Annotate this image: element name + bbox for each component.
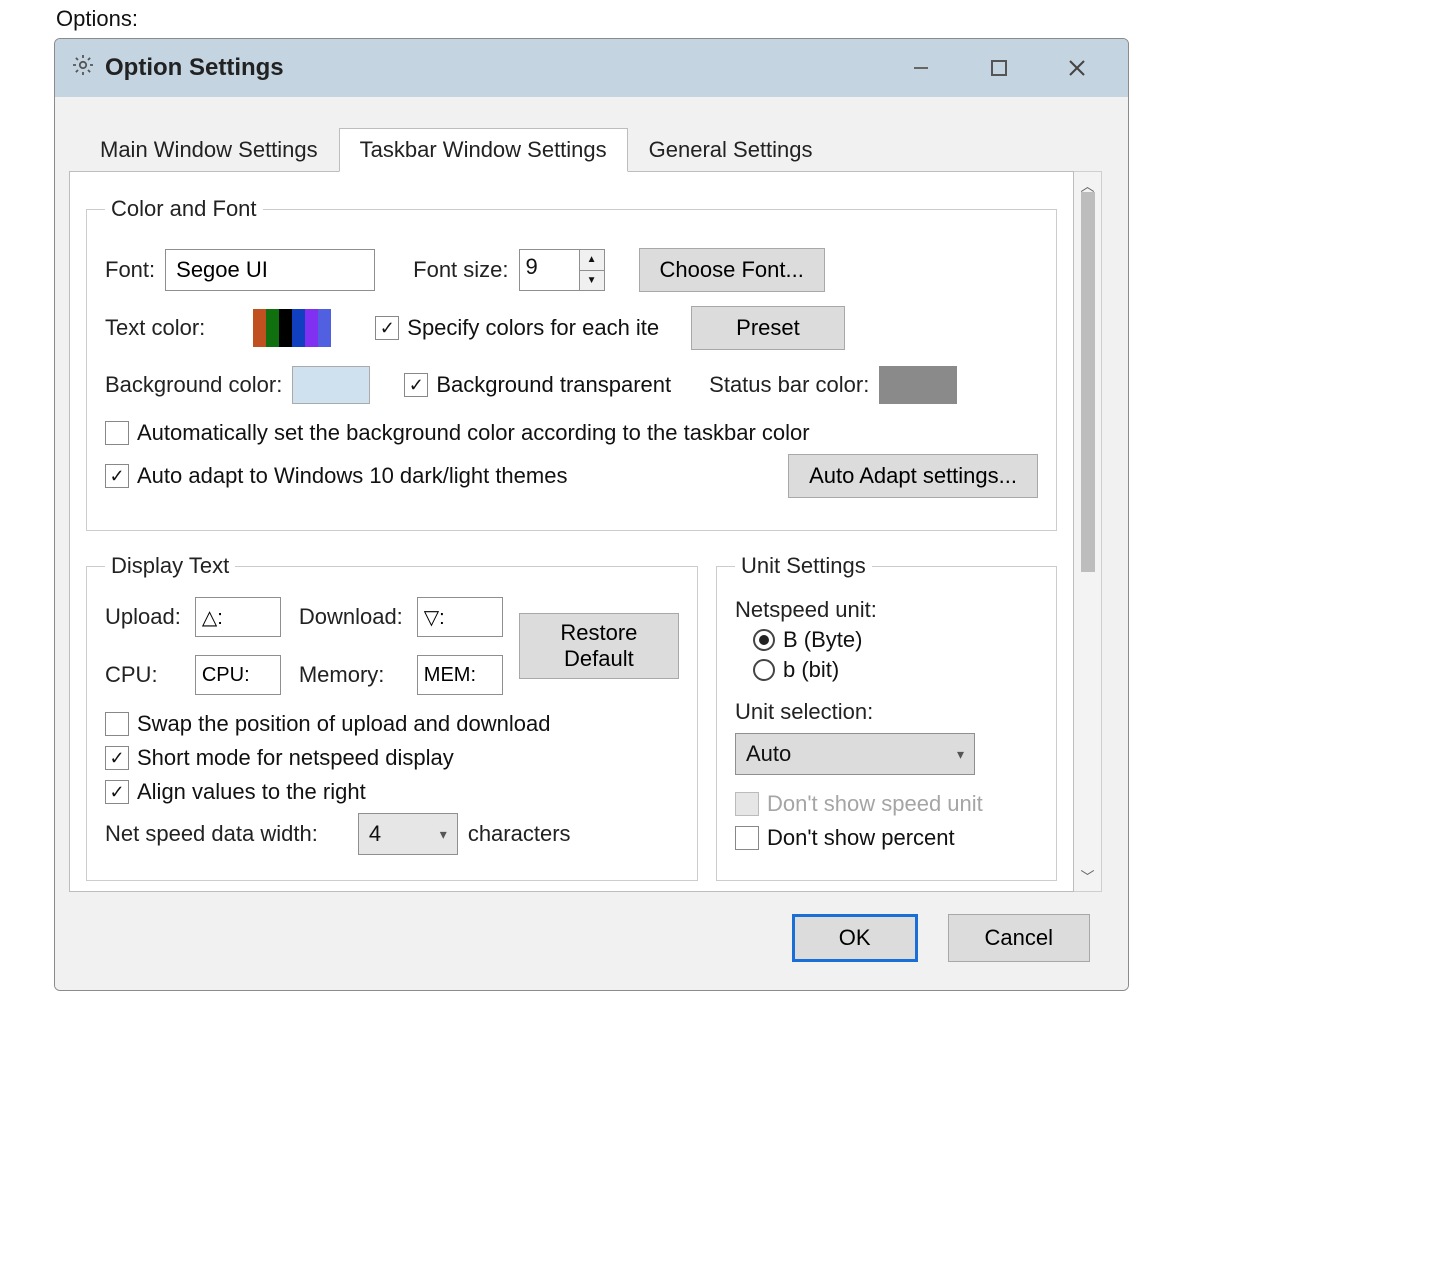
window-title: Option Settings — [105, 54, 284, 82]
memory-input[interactable] — [417, 655, 503, 695]
auto-adapt-label: Auto adapt to Windows 10 dark/light them… — [137, 463, 567, 489]
align-right-checkbox[interactable]: ✓ Align values to the right — [105, 779, 679, 805]
unit-selection-value: Auto — [746, 741, 791, 767]
radio-byte[interactable]: B (Byte) — [753, 627, 1038, 653]
chevron-down-icon: ▾ — [440, 826, 447, 843]
group-unit-settings: Unit Settings Netspeed unit: B (Byte) b … — [716, 553, 1057, 881]
radio-icon — [753, 629, 775, 651]
download-label: Download: — [299, 604, 403, 630]
download-input[interactable] — [417, 597, 503, 637]
radio-bit[interactable]: b (bit) — [753, 657, 1038, 683]
tab-general-settings[interactable]: General Settings — [628, 128, 834, 172]
checkbox-icon: ✓ — [404, 373, 428, 397]
align-right-label: Align values to the right — [137, 779, 366, 805]
short-mode-label: Short mode for netspeed display — [137, 745, 454, 771]
auto-adapt-checkbox[interactable]: ✓ Auto adapt to Windows 10 dark/light th… — [105, 463, 567, 489]
choose-font-button[interactable]: Choose Font... — [639, 248, 825, 292]
checkbox-icon — [735, 826, 759, 850]
net-speed-width-value: 4 — [369, 821, 381, 847]
option-settings-window: Option Settings Main Window Settings Tas… — [54, 38, 1129, 991]
scroll-down-icon[interactable]: ﹀ — [1081, 867, 1095, 887]
short-mode-checkbox[interactable]: ✓ Short mode for netspeed display — [105, 745, 679, 771]
dont-show-speed-unit-label: Don't show speed unit — [767, 791, 983, 817]
radio-byte-label: B (Byte) — [783, 627, 862, 653]
tab-main-window-settings[interactable]: Main Window Settings — [79, 128, 339, 172]
bg-color-swatch[interactable] — [292, 366, 370, 404]
dialog-footer: OK Cancel — [69, 892, 1102, 970]
gear-icon — [71, 53, 95, 84]
net-speed-width-select[interactable]: 4 ▾ — [358, 813, 458, 855]
checkbox-icon — [735, 792, 759, 816]
checkbox-icon: ✓ — [375, 316, 399, 340]
dont-show-speed-unit-checkbox: Don't show speed unit — [735, 791, 1038, 817]
status-bar-color-swatch[interactable] — [879, 366, 957, 404]
unit-selection-label: Unit selection: — [735, 699, 1038, 725]
font-size-value[interactable]: 9 — [519, 249, 579, 291]
auto-bg-checkbox[interactable]: Automatically set the background color a… — [105, 420, 1038, 446]
dont-show-percent-checkbox[interactable]: Don't show percent — [735, 825, 1038, 851]
group-display-text: Display Text Upload: Download: CPU: — [86, 553, 698, 881]
group-legend-display-text: Display Text — [105, 553, 235, 579]
net-speed-width-suffix: characters — [468, 821, 571, 847]
upload-label: Upload: — [105, 604, 181, 630]
chevron-down-icon: ▾ — [957, 746, 964, 763]
restore-default-button[interactable]: Restore Default — [519, 613, 679, 679]
group-color-and-font: Color and Font Font: Font size: 9 ▲ ▼ — [86, 196, 1057, 531]
maximize-button[interactable] — [988, 57, 1010, 79]
net-speed-width-label: Net speed data width: — [105, 821, 318, 847]
specify-colors-label: Specify colors for each ite — [407, 315, 659, 341]
radio-icon — [753, 659, 775, 681]
text-color-swatch[interactable] — [253, 309, 331, 347]
spinner-up-icon[interactable]: ▲ — [580, 250, 604, 271]
checkbox-icon: ✓ — [105, 464, 129, 488]
titlebar: Option Settings — [55, 39, 1128, 97]
unit-selection-select[interactable]: Auto ▾ — [735, 733, 975, 775]
specify-colors-checkbox[interactable]: ✓ Specify colors for each ite — [375, 315, 659, 341]
cpu-label: CPU: — [105, 662, 181, 688]
tab-taskbar-window-settings[interactable]: Taskbar Window Settings — [339, 128, 628, 172]
group-legend-color-font: Color and Font — [105, 196, 263, 222]
text-color-label: Text color: — [105, 315, 205, 341]
netspeed-unit-label: Netspeed unit: — [735, 597, 1038, 623]
auto-adapt-settings-button[interactable]: Auto Adapt settings... — [788, 454, 1038, 498]
checkbox-icon — [105, 712, 129, 736]
radio-bit-label: b (bit) — [783, 657, 839, 683]
auto-bg-label: Automatically set the background color a… — [137, 420, 810, 446]
tabs: Main Window Settings Taskbar Window Sett… — [69, 97, 1102, 171]
upload-input[interactable] — [195, 597, 281, 637]
vertical-scrollbar[interactable]: ︿ ﹀ — [1074, 171, 1102, 892]
scrollbar-thumb[interactable] — [1081, 192, 1095, 572]
group-legend-unit-settings: Unit Settings — [735, 553, 872, 579]
swap-label: Swap the position of upload and download — [137, 711, 550, 737]
preset-button[interactable]: Preset — [691, 306, 845, 350]
status-bar-color-label: Status bar color: — [709, 372, 869, 398]
bg-transparent-checkbox[interactable]: ✓ Background transparent — [404, 372, 671, 398]
memory-label: Memory: — [299, 662, 403, 688]
font-size-spinner[interactable]: 9 ▲ ▼ — [519, 249, 605, 291]
ok-button[interactable]: OK — [792, 914, 918, 962]
checkbox-icon: ✓ — [105, 746, 129, 770]
checkbox-icon — [105, 421, 129, 445]
checkbox-icon: ✓ — [105, 780, 129, 804]
spinner-down-icon[interactable]: ▼ — [580, 271, 604, 291]
bg-transparent-label: Background transparent — [436, 372, 671, 398]
cancel-button[interactable]: Cancel — [948, 914, 1090, 962]
bg-color-label: Background color: — [105, 372, 282, 398]
page-options-label: Options: — [56, 6, 1380, 32]
dont-show-percent-label: Don't show percent — [767, 825, 955, 851]
cpu-input[interactable] — [195, 655, 281, 695]
font-input[interactable] — [165, 249, 375, 291]
font-size-label: Font size: — [413, 257, 508, 283]
swap-upload-download-checkbox[interactable]: Swap the position of upload and download — [105, 711, 679, 737]
tab-panel: Color and Font Font: Font size: 9 ▲ ▼ — [69, 171, 1074, 892]
font-label: Font: — [105, 257, 155, 283]
close-button[interactable] — [1066, 57, 1088, 79]
minimize-button[interactable] — [910, 57, 932, 79]
